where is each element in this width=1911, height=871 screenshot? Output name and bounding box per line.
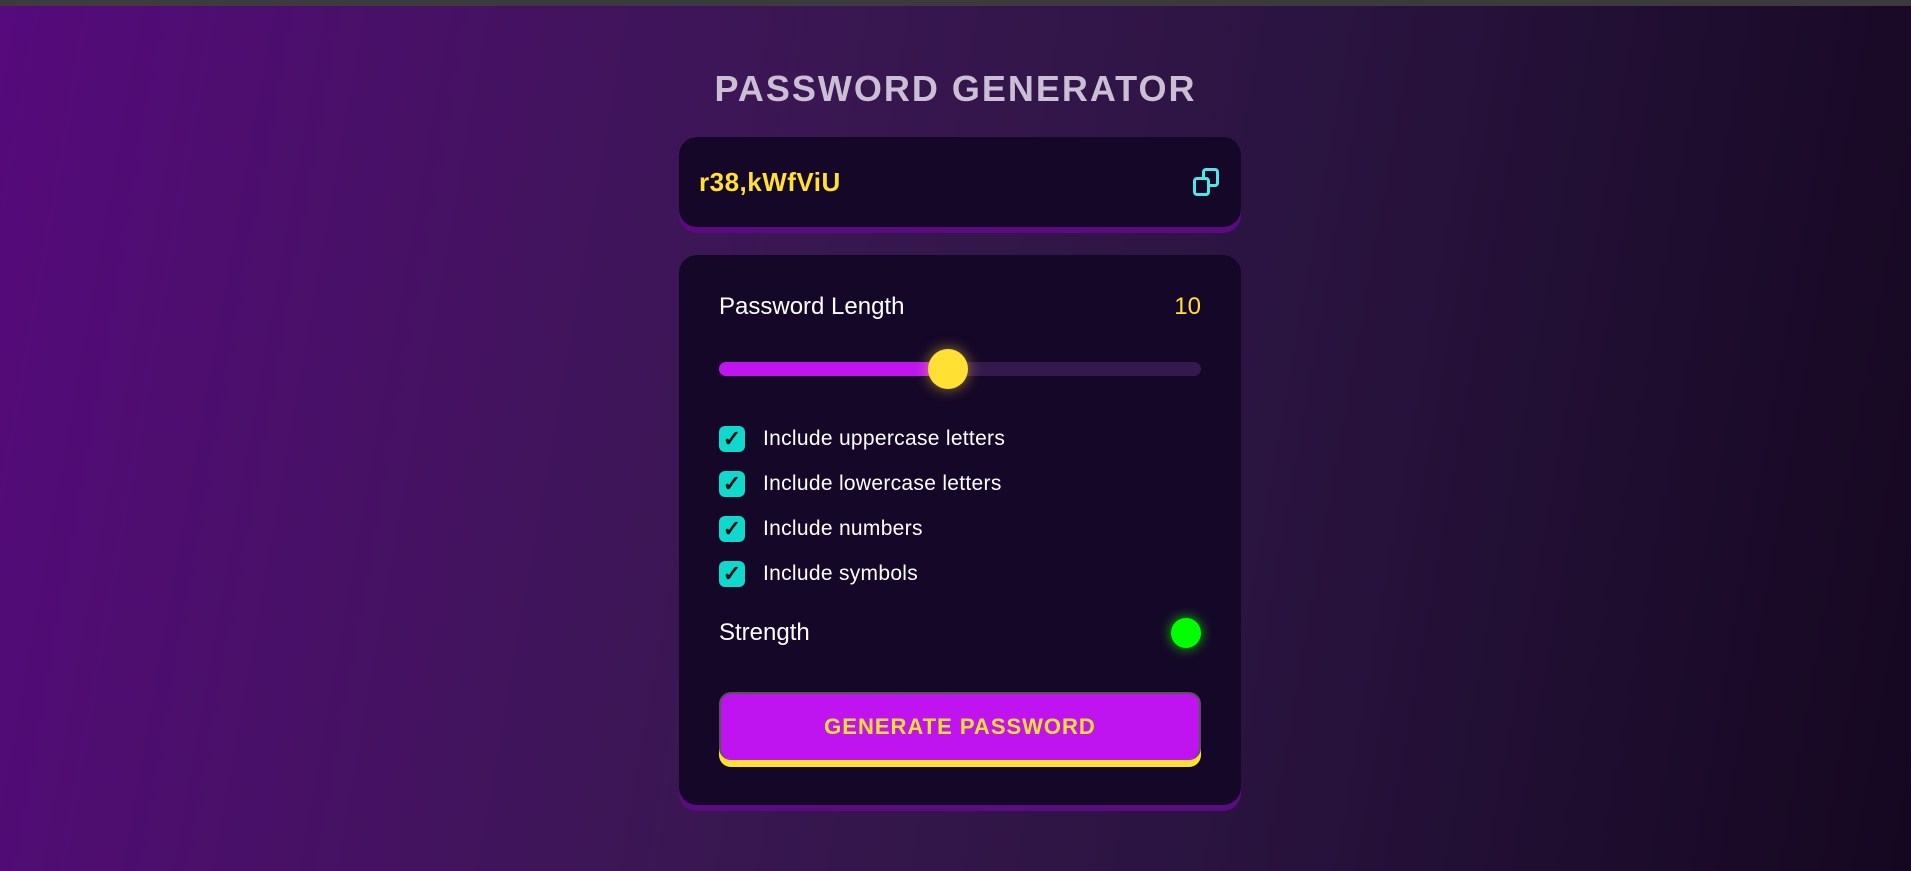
copy-icon[interactable] — [1193, 168, 1219, 196]
checkbox-lowercase[interactable]: ✓ — [719, 471, 745, 497]
slider-fill — [719, 362, 948, 376]
page-title: PASSWORD GENERATOR — [714, 68, 1197, 109]
password-output: r38,kWfViU — [699, 166, 841, 197]
option-label: Include uppercase letters — [763, 427, 1006, 450]
option-label: Include lowercase letters — [763, 472, 1002, 495]
option-numbers[interactable]: ✓ Include numbers — [719, 516, 923, 542]
length-value: 10 — [1174, 293, 1201, 320]
option-lowercase[interactable]: ✓ Include lowercase letters — [719, 471, 1002, 497]
checkbox-numbers[interactable]: ✓ — [719, 516, 745, 542]
length-label: Password Length — [719, 293, 905, 320]
option-symbols[interactable]: ✓ Include symbols — [719, 561, 918, 587]
strength-indicator — [1171, 618, 1201, 648]
browser-top-bar — [0, 0, 1911, 6]
strength-label: Strength — [719, 619, 810, 646]
slider-thumb[interactable] — [927, 349, 968, 389]
option-uppercase[interactable]: ✓ Include uppercase letters — [719, 426, 1005, 452]
option-label: Include symbols — [763, 562, 919, 585]
checkbox-uppercase[interactable]: ✓ — [719, 426, 745, 452]
password-display: r38,kWfViU — [679, 137, 1241, 227]
generate-password-button[interactable]: GENERATE PASSWORD — [719, 692, 1201, 760]
settings-card: Password Length 10 ✓ Include uppercase l… — [679, 255, 1241, 805]
option-label: Include numbers — [763, 517, 923, 540]
checkbox-symbols[interactable]: ✓ — [719, 561, 745, 587]
length-slider[interactable] — [719, 349, 1201, 389]
